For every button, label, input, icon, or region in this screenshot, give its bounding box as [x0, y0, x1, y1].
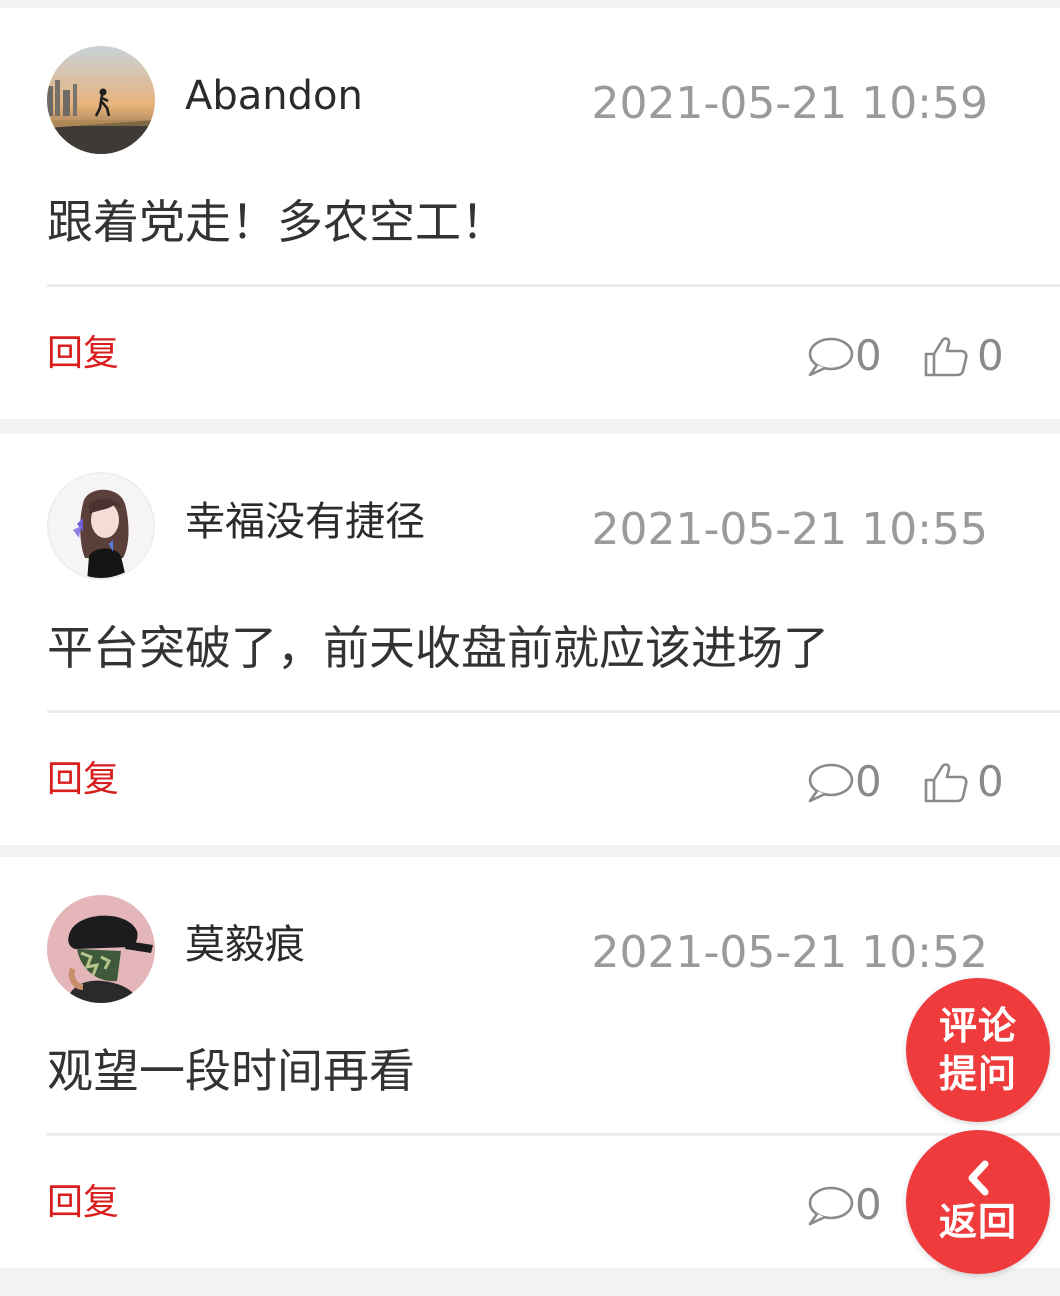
comment-ask-label-line2: 提问 — [938, 1052, 1017, 1096]
timestamp: 2021-05-21 10:59 — [591, 78, 989, 129]
comment-count: 0 — [855, 1180, 882, 1229]
avatar[interactable] — [47, 472, 155, 580]
comment-text: 平台突破了，前天收盘前就应该进场了 — [47, 621, 829, 675]
thumbs-up-icon — [923, 333, 969, 379]
comment-ask-button[interactable]: 评论 提问 — [906, 978, 1050, 1122]
like-button[interactable]: 0 — [923, 752, 1004, 812]
avatar-image — [47, 895, 155, 1003]
divider — [47, 710, 1060, 713]
comment-count: 0 — [855, 757, 882, 806]
username[interactable]: 幸福没有捷径 — [185, 494, 425, 550]
comment-card: 幸福没有捷径 2021-05-21 10:55 平台突破了，前天收盘前就应该进场… — [0, 434, 1060, 845]
back-label: 返回 — [938, 1200, 1017, 1244]
comment-text: 跟着党走！多农空工！ — [47, 195, 507, 249]
comment-count: 0 — [855, 331, 882, 380]
comment-card: Abandon 2021-05-21 10:59 跟着党走！多农空工！ 回复 0… — [0, 8, 1060, 419]
speech-bubble-icon — [805, 760, 855, 804]
chevron-left-icon — [963, 1158, 993, 1198]
top-strip — [0, 0, 1060, 8]
timestamp: 2021-05-21 10:55 — [591, 504, 989, 555]
avatar[interactable] — [47, 46, 155, 154]
reply-button[interactable]: 回复 — [47, 754, 119, 806]
divider — [47, 1133, 1060, 1136]
like-count: 0 — [977, 331, 1004, 380]
reply-button[interactable]: 回复 — [47, 328, 119, 380]
username[interactable]: 莫毅痕 — [185, 917, 305, 973]
comment-count-button[interactable]: 0 — [805, 1175, 882, 1235]
avatar[interactable] — [47, 895, 155, 1003]
speech-bubble-icon — [805, 334, 855, 378]
username[interactable]: Abandon — [185, 68, 363, 124]
back-button[interactable]: 返回 — [906, 1130, 1050, 1274]
timestamp: 2021-05-21 10:52 — [591, 927, 989, 978]
thumbs-up-icon — [923, 759, 969, 805]
avatar-image — [49, 474, 153, 578]
like-count: 0 — [977, 757, 1004, 806]
avatar-image — [47, 46, 155, 154]
divider — [47, 284, 1060, 287]
like-button[interactable]: 0 — [923, 326, 1004, 386]
comment-ask-label-line1: 评论 — [938, 1004, 1017, 1048]
comment-count-button[interactable]: 0 — [805, 326, 882, 386]
comment-text: 观望一段时间再看 — [47, 1044, 415, 1098]
reply-button[interactable]: 回复 — [47, 1177, 119, 1229]
speech-bubble-icon — [805, 1183, 855, 1227]
comment-count-button[interactable]: 0 — [805, 752, 882, 812]
comment-card: 莫毅痕 2021-05-21 10:52 观望一段时间再看 回复 0 0 — [0, 857, 1060, 1268]
